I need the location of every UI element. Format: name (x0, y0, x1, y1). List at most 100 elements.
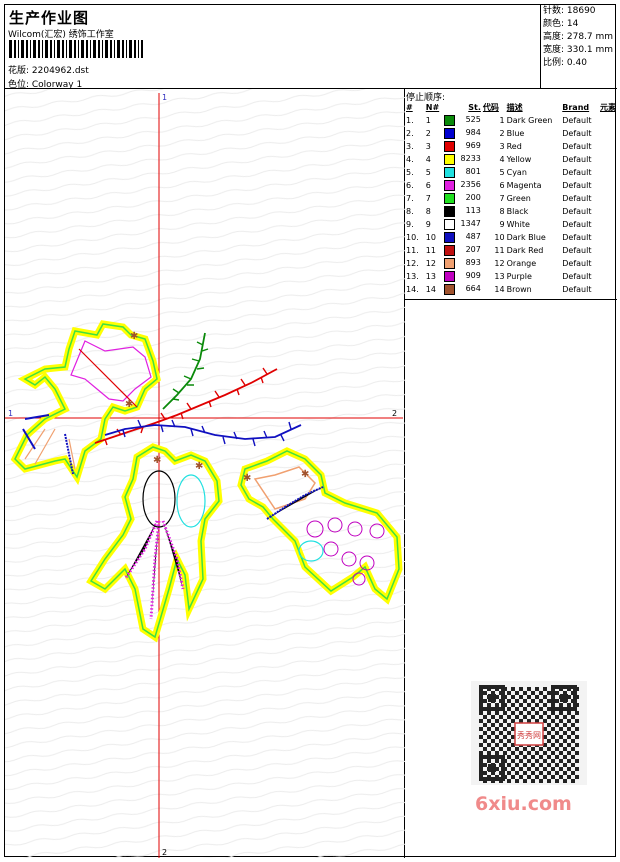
element-cell (599, 166, 617, 179)
stitch-cell: 8233 (443, 153, 482, 166)
axis-top-label: 1 (162, 93, 167, 102)
color-row: 11. 11 207 11 Dark Red Default (405, 244, 617, 257)
element-cell (599, 205, 617, 218)
color-row: 3. 3 969 3 Red Default (405, 140, 617, 153)
color-row: 9. 9 1347 9 White Default (405, 218, 617, 231)
color-row: 10. 10 487 10 Dark Blue Default (405, 231, 617, 244)
stitch-count: 1347 (460, 219, 481, 228)
barcode (9, 40, 143, 58)
color-code: 3 (499, 142, 505, 151)
svg-text:秀秀网: 秀秀网 (517, 730, 541, 740)
thread-brand: Default (562, 207, 592, 216)
row-number: 9 (425, 220, 431, 229)
thread-brand: Default (562, 116, 592, 125)
row-number: 4 (425, 155, 431, 164)
color-code: 12 (494, 259, 505, 268)
color-row: 8. 8 113 8 Black Default (405, 205, 617, 218)
stitch-cell: 801 (443, 166, 482, 179)
row-number: 10 (425, 233, 436, 242)
stitch-cell: 969 (443, 140, 482, 153)
row-index: 2. (406, 129, 414, 138)
element-cell (599, 231, 617, 244)
thread-brand: Default (562, 220, 592, 229)
thread-brand: Default (562, 168, 592, 177)
stitch-count: 984 (465, 128, 481, 137)
stitch-count: 909 (465, 271, 481, 280)
stitch-cell: 984 (443, 127, 482, 140)
scale-ratio: 比例: 0.40 (543, 58, 587, 68)
color-code: 11 (494, 246, 505, 255)
embroidery-drawing: 1 2 1 2 ✱ ✱ ✱ ✱ ✱ ✱ (5, 89, 405, 858)
seal-stamp: 秀秀网 (514, 722, 544, 746)
row-index: 5. (406, 168, 414, 177)
color-row: 5. 5 801 5 Cyan Default (405, 166, 617, 179)
color-description: Purple (506, 272, 532, 281)
color-description: Yellow (506, 155, 532, 164)
row-index: 13. (406, 272, 419, 281)
axis-right-label: 2 (392, 409, 397, 418)
row-index: 1. (406, 116, 414, 125)
thread-brand: Default (562, 246, 592, 255)
color-code: 7 (499, 194, 505, 203)
color-swatch (443, 258, 455, 269)
row-number: 5 (425, 168, 431, 177)
color-code: 10 (494, 233, 505, 242)
stitch-count: 801 (465, 167, 481, 176)
color-description: Brown (506, 285, 532, 294)
row-number: 2 (425, 129, 431, 138)
stitch-count: 664 (465, 284, 481, 293)
stitch-count: 2356 (460, 180, 481, 189)
color-code: 4 (499, 155, 505, 164)
color-swatch (443, 180, 455, 191)
color-row: 6. 6 2356 6 Magenta Default (405, 179, 617, 192)
design-width: 宽度: 330.1 mm (543, 45, 614, 55)
color-code: 13 (494, 272, 505, 281)
thread-brand: Default (562, 233, 592, 242)
color-row: 7. 7 200 7 Green Default (405, 192, 617, 205)
color-swatch (443, 141, 455, 152)
design-preview: 1 2 1 2 ✱ ✱ ✱ ✱ ✱ ✱ (5, 89, 405, 858)
site-watermark: 6xiu.com (475, 793, 572, 815)
row-number: 8 (425, 207, 431, 216)
element-cell (599, 218, 617, 231)
row-index: 10. (406, 233, 419, 242)
element-cell (599, 127, 617, 140)
row-index: 4. (406, 155, 414, 164)
color-description: Dark Green (506, 116, 553, 125)
color-row: 1. 1 525 1 Dark Green Default (405, 114, 617, 127)
color-swatch (443, 128, 455, 139)
color-row: 2. 2 984 2 Blue Default (405, 127, 617, 140)
color-description: Cyan (506, 168, 527, 177)
color-description: Orange (506, 259, 537, 268)
stitch-count: 8233 (460, 154, 481, 163)
background-texture (5, 89, 405, 858)
thread-brand: Default (562, 259, 592, 268)
row-number: 1 (425, 116, 431, 125)
row-number: 13 (425, 272, 436, 281)
stitch-count: 200 (465, 193, 481, 202)
row-number: 14 (425, 285, 436, 294)
color-description: Blue (506, 129, 525, 138)
svg-text:✱: ✱ (153, 455, 161, 466)
color-swatch (443, 219, 455, 230)
color-sequence-table: # N# St. 代码 描述 Brand 元素 1. 1 525 1 Dark Gree… (405, 101, 617, 296)
col-header: 代码 (482, 103, 499, 112)
color-description: Magenta (506, 181, 542, 190)
thread-brand: Default (562, 272, 592, 281)
color-code: 8 (499, 207, 505, 216)
color-code: 9 (499, 220, 505, 229)
color-swatch (443, 193, 455, 204)
color-description: White (506, 220, 530, 229)
row-number: 7 (425, 194, 431, 203)
row-index: 6. (406, 181, 414, 190)
row-index: 14. (406, 285, 419, 294)
element-cell (599, 192, 617, 205)
stitch-cell: 113 (443, 205, 482, 218)
color-code: 5 (499, 168, 505, 177)
element-cell (599, 270, 617, 283)
row-number: 3 (425, 142, 431, 151)
row-number: 12 (425, 259, 436, 268)
element-cell (599, 140, 617, 153)
color-description: Dark Blue (506, 233, 546, 242)
stitch-count: 207 (465, 245, 481, 254)
